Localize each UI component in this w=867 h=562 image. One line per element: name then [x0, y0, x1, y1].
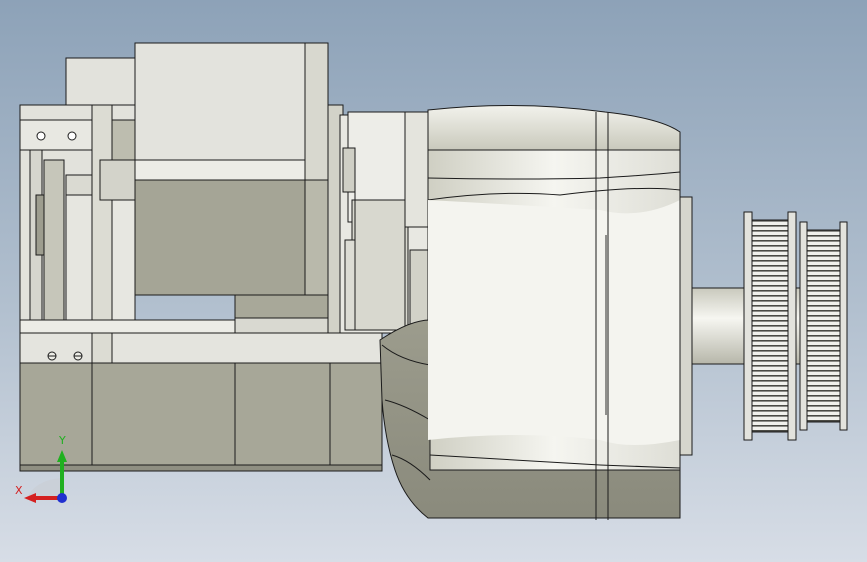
- triad-graphic: [24, 450, 67, 503]
- assembly-model[interactable]: [0, 0, 867, 562]
- stepper-motor[interactable]: [134, 42, 344, 334]
- timing-pulley-1[interactable]: [743, 211, 797, 441]
- cad-viewport[interactable]: X Y: [0, 0, 867, 562]
- timing-pulley-2[interactable]: [799, 221, 848, 431]
- x-axis-label: X: [15, 484, 23, 497]
- coupling-block[interactable]: [339, 111, 431, 334]
- orientation-triad[interactable]: X Y: [14, 434, 74, 510]
- y-axis-label: Y: [59, 434, 66, 447]
